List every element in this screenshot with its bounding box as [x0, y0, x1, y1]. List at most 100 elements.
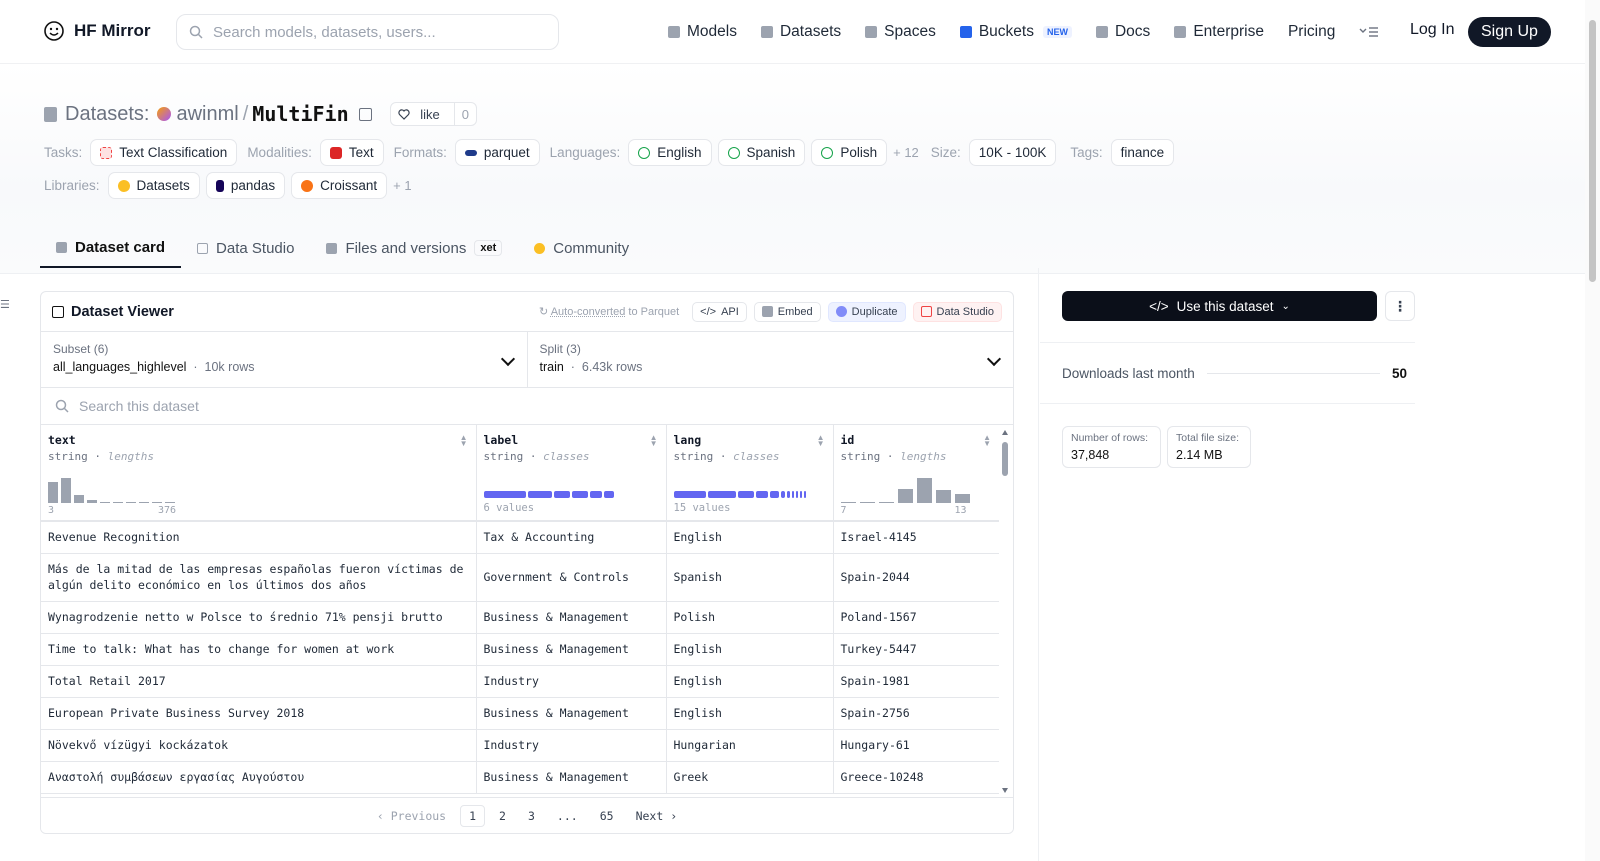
duplicate-button[interactable]: Duplicate — [827, 301, 906, 322]
nav-spaces[interactable]: Spaces — [865, 18, 936, 46]
class-segment[interactable] — [673, 491, 706, 498]
table-cell[interactable]: Business & Management — [476, 697, 667, 730]
class-segment[interactable] — [737, 491, 754, 498]
class-segment[interactable] — [755, 491, 768, 498]
histogram-bar[interactable] — [916, 478, 932, 503]
histogram-bar[interactable] — [74, 495, 84, 503]
table-cell[interactable]: Industry — [476, 665, 667, 698]
copy-icon[interactable] — [358, 107, 372, 121]
column-header-lang[interactable]: lang string · classes 15 values ▲ ▼ — [666, 425, 834, 522]
language-chip-english[interactable]: English — [628, 139, 712, 166]
site-logo[interactable]: HF Mirror — [42, 19, 151, 43]
histogram-bar[interactable] — [954, 494, 970, 503]
global-search-input[interactable]: Search models, datasets, users... — [176, 14, 559, 50]
table-cell[interactable]: Business & Management — [476, 601, 667, 634]
class-distribution-bar[interactable] — [483, 491, 659, 498]
table-cell[interactable]: Greek — [666, 761, 834, 794]
histogram-bar[interactable] — [113, 502, 123, 503]
table-cell[interactable]: Wynagrodzenie netto w Polsce to średnio … — [41, 601, 477, 634]
table-cell[interactable]: Greece-10248 — [833, 761, 999, 794]
library-chip-croissant[interactable]: Croissant — [291, 172, 388, 199]
tab-data-studio[interactable]: Data Studio — [181, 228, 310, 268]
histogram-bar[interactable] — [935, 490, 951, 503]
table-cell[interactable]: Revenue Recognition — [41, 521, 477, 554]
length-histogram[interactable] — [48, 475, 469, 503]
table-cell[interactable]: Poland-1567 — [833, 601, 999, 634]
histogram-bar[interactable] — [87, 500, 97, 503]
page-2[interactable]: 2 — [491, 806, 514, 826]
table-cell[interactable]: Spanish — [666, 553, 834, 602]
class-segment[interactable] — [795, 491, 798, 498]
library-chip-pandas[interactable]: pandas — [205, 172, 286, 199]
format-chip[interactable]: parquet — [454, 139, 540, 166]
sort-icon[interactable]: ▲ ▼ — [650, 434, 658, 448]
table-cell[interactable]: European Private Business Survey 2018 — [41, 697, 477, 730]
histogram-bar[interactable] — [897, 489, 913, 503]
class-segment[interactable] — [803, 491, 806, 498]
sort-icon[interactable]: ▲ ▼ — [460, 434, 468, 448]
auto-converted-link[interactable]: Auto-converted — [551, 306, 626, 318]
table-cell[interactable]: Spain-1981 — [833, 665, 999, 698]
scrollbar-thumb[interactable] — [1589, 20, 1596, 282]
table-cell[interactable]: Hungarian — [666, 729, 834, 762]
table-cell[interactable]: Government & Controls — [476, 553, 667, 602]
class-segment[interactable] — [769, 491, 779, 498]
class-segment[interactable] — [786, 491, 790, 498]
class-segment[interactable] — [780, 491, 785, 498]
table-cell[interactable]: English — [666, 521, 834, 554]
table-cell[interactable]: Tax & Accounting — [476, 521, 667, 554]
histogram-bar[interactable] — [859, 502, 875, 503]
table-cell[interactable]: English — [666, 665, 834, 698]
more-options-button[interactable]: ⋮ — [1385, 291, 1415, 321]
histogram-bar[interactable] — [48, 482, 58, 503]
subset-select[interactable]: Subset (6) all_languages_highlevel · 10k… — [41, 332, 527, 387]
modality-chip[interactable]: Text — [319, 139, 384, 166]
owner-link[interactable]: awinml — [157, 103, 239, 126]
nav-pricing[interactable]: Pricing — [1288, 18, 1335, 46]
signup-button[interactable]: Sign Up — [1468, 17, 1551, 47]
table-scrollbar[interactable] — [1001, 428, 1009, 798]
class-segment[interactable] — [603, 491, 614, 498]
page-3[interactable]: 3 — [520, 806, 543, 826]
class-segment[interactable] — [589, 491, 602, 498]
table-cell[interactable]: Business & Management — [476, 633, 667, 666]
table-row[interactable]: Növekvő vízügyi kockázatok Industry Hungar… — [41, 729, 999, 762]
histogram-bar[interactable] — [878, 502, 894, 503]
embed-button[interactable]: Embed — [753, 301, 821, 322]
split-select[interactable]: Split (3) train · 6.43k rows — [526, 332, 1014, 387]
page-1[interactable]: 1 — [460, 804, 486, 827]
table-row[interactable]: Total Retail 2017 Industry English Spain-19… — [41, 665, 999, 698]
column-header-text[interactable]: text string · lengths 3 376 ▲ ▼ — [41, 425, 477, 522]
tab-community[interactable]: Community — [518, 228, 645, 268]
use-this-dataset-button[interactable]: </> Use this dataset ⌄ — [1062, 291, 1377, 321]
class-segment[interactable] — [799, 491, 802, 498]
table-row[interactable]: Wynagrodzenie netto w Polsce to średnio … — [41, 601, 999, 634]
class-distribution-bar[interactable] — [673, 491, 826, 498]
nav-docs[interactable]: Docs — [1095, 18, 1150, 46]
histogram-bar[interactable] — [139, 502, 149, 503]
table-cell[interactable]: Business & Management — [476, 761, 667, 794]
nav-enterprise[interactable]: Enterprise — [1174, 18, 1264, 46]
table-cell[interactable]: Más de la mitad de las empresas española… — [41, 553, 477, 602]
nav-datasets[interactable]: Datasets — [760, 18, 841, 46]
sort-icon[interactable]: ▲ ▼ — [983, 434, 991, 448]
tab-dataset-card[interactable]: Dataset card — [40, 228, 182, 268]
column-header-label[interactable]: label string · classes 6 values ▲ ▼ — [476, 425, 667, 522]
table-cell[interactable]: Növekvő vízügyi kockázatok — [41, 729, 477, 762]
finance-tag-chip[interactable]: finance — [1110, 139, 1175, 166]
histogram-bar[interactable] — [126, 502, 136, 503]
histogram-bar[interactable] — [840, 502, 856, 503]
table-cell[interactable]: Spain-2044 — [833, 553, 999, 602]
class-segment[interactable] — [571, 491, 588, 498]
data-studio-button[interactable]: Data Studio — [912, 301, 1002, 322]
histogram-bar[interactable] — [100, 502, 110, 503]
nav-more-menu[interactable] — [1359, 18, 1379, 46]
table-row[interactable]: European Private Business Survey 2018 Bus… — [41, 697, 999, 730]
class-segment[interactable] — [527, 491, 552, 498]
histogram-bar[interactable] — [165, 502, 175, 503]
table-row[interactable]: Más de la mitad de las empresas española… — [41, 553, 999, 602]
table-cell[interactable]: Time to talk: What has to change for wom… — [41, 633, 477, 666]
nav-models[interactable]: Models — [668, 18, 737, 46]
login-link[interactable]: Log In — [1410, 21, 1454, 39]
table-cell[interactable]: Turkey-5447 — [833, 633, 999, 666]
